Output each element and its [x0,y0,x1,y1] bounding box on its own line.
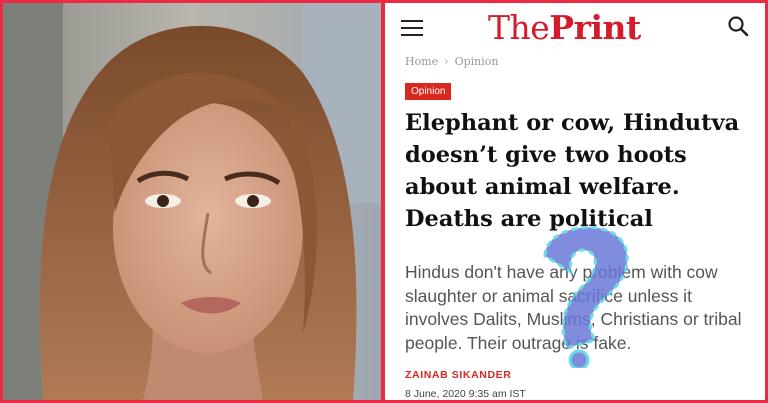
author-name[interactable]: ZAINAB SIKANDER [405,369,511,381]
hamburger-menu-icon[interactable] [401,19,423,37]
author-photo [3,3,381,400]
breadcrumb-separator: › [444,55,449,68]
breadcrumb-home[interactable]: Home [405,55,438,68]
article-headline[interactable]: Elephant or cow, Hindutva doesn’t give t… [405,107,755,235]
article-summary: Hindus don't have any problem with cow s… [405,262,742,353]
publish-date: 8 June, 2020 9:35 am IST [405,388,526,400]
article-panel: ThePrint Home › Opinion Opinion Elephant o… [385,3,765,400]
breadcrumb-section[interactable]: Opinion [455,55,499,68]
opinion-badge[interactable]: Opinion [405,83,452,100]
logo-print: Print [549,8,641,47]
site-logo[interactable]: ThePrint [488,8,641,47]
logo-the: The [488,8,550,47]
breadcrumb: Home › Opinion [405,55,498,68]
search-icon[interactable] [727,15,749,37]
